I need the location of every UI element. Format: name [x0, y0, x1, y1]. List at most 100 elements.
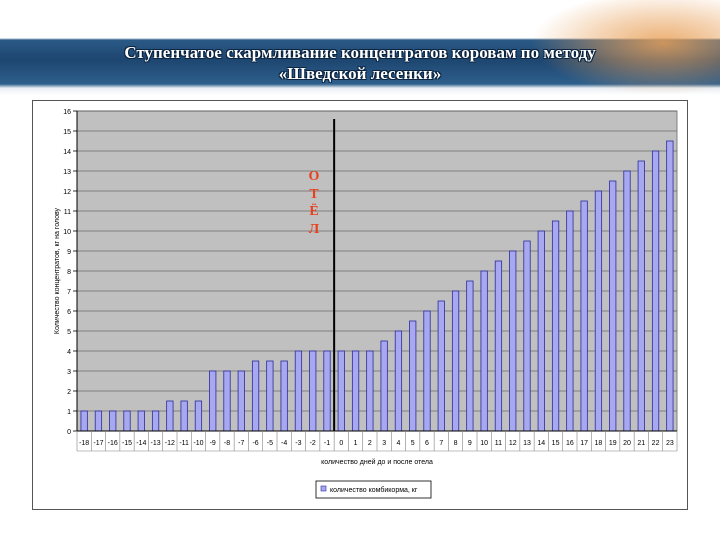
legend-swatch — [320, 485, 327, 492]
bar — [480, 270, 488, 432]
x-tick-label: -4 — [281, 440, 287, 447]
bar — [309, 350, 317, 432]
bar — [580, 200, 588, 432]
bar — [466, 280, 474, 432]
y-tick-label: 5 — [67, 329, 71, 336]
y-tick-label: 1 — [67, 409, 71, 416]
bar — [437, 300, 445, 432]
y-tick-label: 16 — [63, 109, 71, 116]
x-tick-label: 3 — [382, 440, 386, 447]
x-tick-label: 18 — [595, 440, 603, 447]
x-tick-label: 5 — [411, 440, 415, 447]
x-tick-label: 17 — [580, 440, 588, 447]
x-tick-label: -17 — [93, 440, 103, 447]
bar — [609, 180, 617, 432]
x-tick-label: 7 — [439, 440, 443, 447]
x-tick-label: 20 — [623, 440, 631, 447]
bar — [137, 410, 145, 432]
bar — [223, 370, 231, 432]
x-tick-label: -14 — [136, 440, 146, 447]
y-tick-label: 9 — [67, 249, 71, 256]
bar — [151, 410, 160, 432]
x-tick-label: -8 — [224, 440, 230, 447]
x-tick-label: 16 — [566, 440, 574, 447]
x-tick-label: 19 — [609, 440, 617, 447]
bar — [509, 250, 517, 432]
y-tick-label: 11 — [64, 209, 71, 216]
x-tick-label: 14 — [537, 440, 545, 447]
legend-label: количество комбикорма, кг — [330, 486, 418, 494]
x-tick-label: 2 — [368, 440, 372, 447]
bar — [423, 310, 431, 432]
y-tick-label: 12 — [63, 189, 71, 196]
x-tick-label: 22 — [652, 440, 660, 447]
y-tick-label: 14 — [63, 149, 71, 156]
x-axis-label: количество дней до и после отела — [321, 458, 433, 466]
bar — [266, 360, 274, 432]
bar — [251, 360, 260, 432]
x-tick-label: 1 — [354, 440, 358, 447]
bar — [80, 410, 88, 432]
x-tick-label: -13 — [151, 440, 161, 447]
x-tick-label: 11 — [495, 440, 502, 447]
bar — [637, 160, 645, 432]
x-tick-label: -3 — [295, 440, 301, 447]
x-tick-label: 10 — [480, 440, 488, 447]
bar — [451, 290, 460, 432]
x-tick-label: -16 — [108, 440, 118, 447]
bar — [551, 220, 560, 432]
bar — [380, 340, 388, 432]
x-tick-label: 15 — [552, 440, 560, 447]
bar — [409, 320, 417, 432]
bar — [594, 190, 603, 432]
y-tick-label: 0 — [67, 429, 71, 436]
x-tick-label: -12 — [165, 440, 175, 447]
bar — [123, 410, 131, 432]
x-tick-label: -7 — [238, 440, 244, 447]
bar — [194, 400, 203, 432]
bar — [166, 400, 174, 432]
bar — [237, 370, 245, 432]
bar — [566, 210, 574, 432]
y-tick-label: 2 — [67, 389, 71, 396]
x-tick-label: 13 — [523, 440, 531, 447]
x-tick-label: 8 — [454, 440, 458, 447]
bar — [209, 370, 217, 432]
y-tick-label: 4 — [67, 349, 71, 356]
x-tick-label: -11 — [179, 440, 189, 447]
x-tick-label: 12 — [509, 440, 517, 447]
bar — [294, 350, 303, 432]
y-axis-label: Количество концентратов, кг на голову — [54, 207, 61, 334]
y-tick-label: 10 — [63, 229, 71, 236]
x-tick-label: -1 — [324, 440, 330, 447]
bar-chart: 012345678910111213141516-18 -17 -16 -15 -14-… — [54, 109, 678, 499]
x-tick-label: -10 — [193, 440, 203, 447]
bar — [666, 140, 674, 432]
bar — [537, 230, 545, 432]
x-tick-label: 6 — [425, 440, 429, 447]
bar — [394, 330, 403, 432]
bar — [180, 400, 188, 432]
bar — [323, 350, 331, 432]
bar — [494, 260, 503, 432]
bar — [651, 150, 660, 432]
bar — [623, 170, 631, 432]
y-tick-label: 6 — [67, 309, 71, 316]
y-tick-label: 8 — [67, 269, 71, 276]
bar — [337, 350, 345, 432]
x-tick-label: -9 — [210, 440, 216, 447]
x-tick-label: 0 — [339, 440, 343, 447]
bar — [109, 410, 117, 432]
x-tick-label: -15 — [122, 440, 132, 447]
x-tick-label: -6 — [252, 440, 258, 447]
bar — [280, 360, 288, 432]
birth-annotation: О Т Ё Л — [308, 169, 320, 237]
bar — [523, 240, 531, 432]
y-tick-label: 7 — [67, 289, 71, 296]
x-tick-label: -5 — [267, 440, 273, 447]
x-tick-label: -2 — [310, 440, 316, 447]
y-tick-label: 13 — [63, 169, 71, 176]
x-tick-label: 21 — [637, 440, 645, 447]
x-tick-label: 4 — [396, 440, 400, 447]
bar — [366, 350, 374, 432]
